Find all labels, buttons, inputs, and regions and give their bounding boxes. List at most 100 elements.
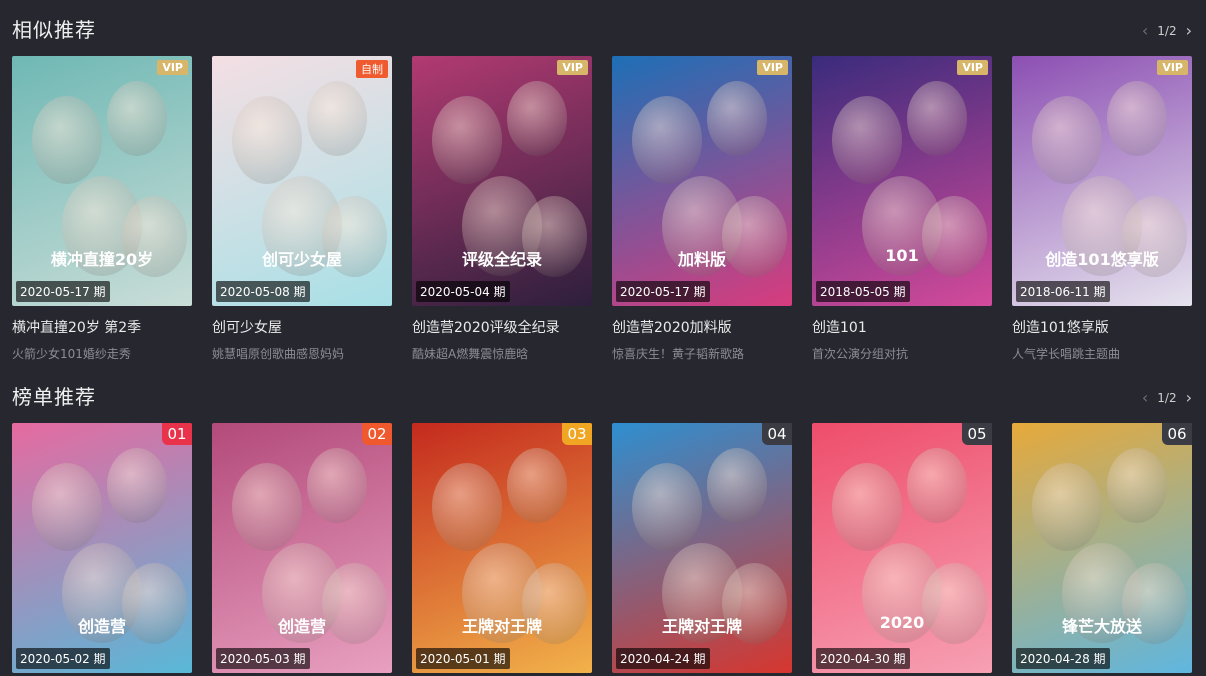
episode-date: 2020-05-17 期 [16,281,110,302]
video-card[interactable]: 加料版 VIP 2020-05-17 期创造营2020加料版 惊喜庆生！黄子韬新歌路 [612,56,792,362]
poster-figure [32,96,102,184]
poster-figure [907,81,967,156]
poster-figure [107,448,167,523]
video-poster[interactable]: 锋芒大放送 06 2020-04-28 期 [1012,423,1192,673]
poster-figure [1107,81,1167,156]
poster-figure [507,81,567,156]
chevron-left-icon[interactable]: ‹ [1142,23,1148,39]
poster-figure [1032,96,1102,184]
video-title[interactable]: 横冲直撞20岁 第2季 [12,317,192,337]
poster-logo-text: 王牌对王牌 [461,617,542,636]
poster-figure [632,96,702,184]
rank-number-badge: 01 [162,423,192,445]
rank-number-badge: 02 [362,423,392,445]
poster-figure [907,448,967,523]
video-poster[interactable]: 创造营 01 2020-05-02 期 [12,423,192,673]
self-made-badge: 自制 [356,60,388,78]
ranking-card[interactable]: 王牌对王牌 04 2020-04-24 期 [612,423,792,673]
poster-logo-text: 横冲直撞20岁 [50,250,154,269]
chevron-right-icon[interactable]: › [1186,390,1192,406]
rank-number-badge: 05 [962,423,992,445]
poster-figure [922,196,987,278]
video-poster[interactable]: 创造营 02 2020-05-03 期 [212,423,392,673]
episode-date: 2020-05-08 期 [216,281,310,302]
video-title[interactable]: 创造营2020评级全纪录 [412,317,592,337]
poster-logo-text: 创造营 [77,617,126,636]
vip-badge: VIP [957,60,988,75]
similar-page-indicator: 1/2 [1157,24,1177,38]
poster-logo-text: 101 [885,246,919,265]
poster-figure [707,81,767,156]
poster-figure [832,463,902,551]
poster-figure [922,563,987,645]
ranking-card[interactable]: 创造营 01 2020-05-02 期 [12,423,192,673]
poster-figure [232,96,302,184]
poster-logo-text: 创可少女屋 [261,250,342,269]
video-poster[interactable]: 加料版 VIP 2020-05-17 期 [612,56,792,306]
video-poster[interactable]: 横冲直撞20岁 VIP 2020-05-17 期 [12,56,192,306]
video-card[interactable]: 101 VIP 2018-05-05 期创造101 首次公演分组对抗 [812,56,992,362]
poster-figure [507,448,567,523]
ranking-card[interactable]: 王牌对王牌 03 2020-05-01 期 [412,423,592,673]
vip-badge: VIP [157,60,188,75]
episode-date: 2020-05-17 期 [616,281,710,302]
ranking-card[interactable]: 锋芒大放送 06 2020-04-28 期 [1012,423,1192,673]
episode-date: 2018-06-11 期 [1016,281,1110,302]
poster-figure [32,463,102,551]
poster-logo-text: 评级全纪录 [461,250,542,269]
episode-date: 2020-05-04 期 [416,281,510,302]
video-poster[interactable]: 王牌对王牌 04 2020-04-24 期 [612,423,792,673]
video-card[interactable]: 创可少女屋 自制 2020-05-08 期创可少女屋 姚慧唱原创歌曲感恩妈妈 [212,56,392,362]
vip-badge: VIP [1157,60,1188,75]
video-description: 首次公演分组对抗 [812,347,909,361]
video-title[interactable]: 创可少女屋 [212,317,392,337]
video-card[interactable]: 评级全纪录 VIP 2020-05-04 期创造营2020评级全纪录酷妹超A燃舞震惊… [412,56,592,362]
ranking-card[interactable]: 2020 05 2020-04-30 期 [812,423,992,673]
video-title[interactable]: 创造营2020加料版 [612,317,792,337]
ranking-pager: ‹ 1/2 › [1142,390,1192,406]
poster-logo-text: 锋芒大放送 [1061,617,1142,636]
rank-number-badge: 03 [562,423,592,445]
episode-date: 2020-05-03 期 [216,648,310,669]
video-poster[interactable]: 2020 05 2020-04-30 期 [812,423,992,673]
rank-number-badge: 04 [762,423,792,445]
video-card[interactable]: 创造101悠享版 VIP 2018-06-11 期创造101悠享版 人气学长唱跳主题曲 [1012,56,1192,362]
poster-logo-text: 创造营 [277,617,326,636]
poster-logo-text: 创造101悠享版 [1045,250,1159,269]
video-poster[interactable]: 评级全纪录 VIP 2020-05-04 期 [412,56,592,306]
poster-figure [307,448,367,523]
ranking-section-title: 榜单推荐 [12,385,96,409]
poster-figure [707,448,767,523]
poster-figure [107,81,167,156]
video-poster[interactable]: 101 VIP 2018-05-05 期 [812,56,992,306]
video-poster[interactable]: 创造101悠享版 VIP 2018-06-11 期 [1012,56,1192,306]
ranking-card[interactable]: 创造营 02 2020-05-03 期 [212,423,392,673]
ranking-page-indicator: 1/2 [1157,391,1177,405]
poster-figure [432,463,502,551]
video-card[interactable]: 横冲直撞20岁 VIP 2020-05-17 期横冲直撞20岁 第2季火箭少女101… [12,56,192,362]
poster-logo-text: 2020 [879,613,925,632]
video-poster[interactable]: 王牌对王牌 03 2020-05-01 期 [412,423,592,673]
poster-figure [1032,463,1102,551]
episode-date: 2020-05-01 期 [416,648,510,669]
poster-figure [432,96,502,184]
vip-badge: VIP [557,60,588,75]
episode-date: 2020-04-30 期 [816,648,910,669]
vip-badge: VIP [757,60,788,75]
poster-figure [1107,448,1167,523]
video-description: 姚慧唱原创歌曲感恩妈妈 [212,347,345,361]
episode-date: 2020-04-24 期 [616,648,710,669]
poster-logo-text: 加料版 [677,250,726,269]
video-description: 酷妹超A燃舞震惊鹿晗 [412,347,529,361]
video-title[interactable]: 创造101悠享版 [1012,317,1192,337]
poster-figure [232,463,302,551]
poster-figure [307,81,367,156]
chevron-right-icon[interactable]: › [1186,23,1192,39]
episode-date: 2018-05-05 期 [816,281,910,302]
chevron-left-icon[interactable]: ‹ [1142,390,1148,406]
similar-section-title: 相似推荐 [12,18,96,42]
video-poster[interactable]: 创可少女屋 自制 2020-05-08 期 [212,56,392,306]
video-description: 火箭少女101婚纱走秀 [12,347,131,361]
video-title[interactable]: 创造101 [812,317,992,337]
poster-logo-text: 王牌对王牌 [661,617,742,636]
